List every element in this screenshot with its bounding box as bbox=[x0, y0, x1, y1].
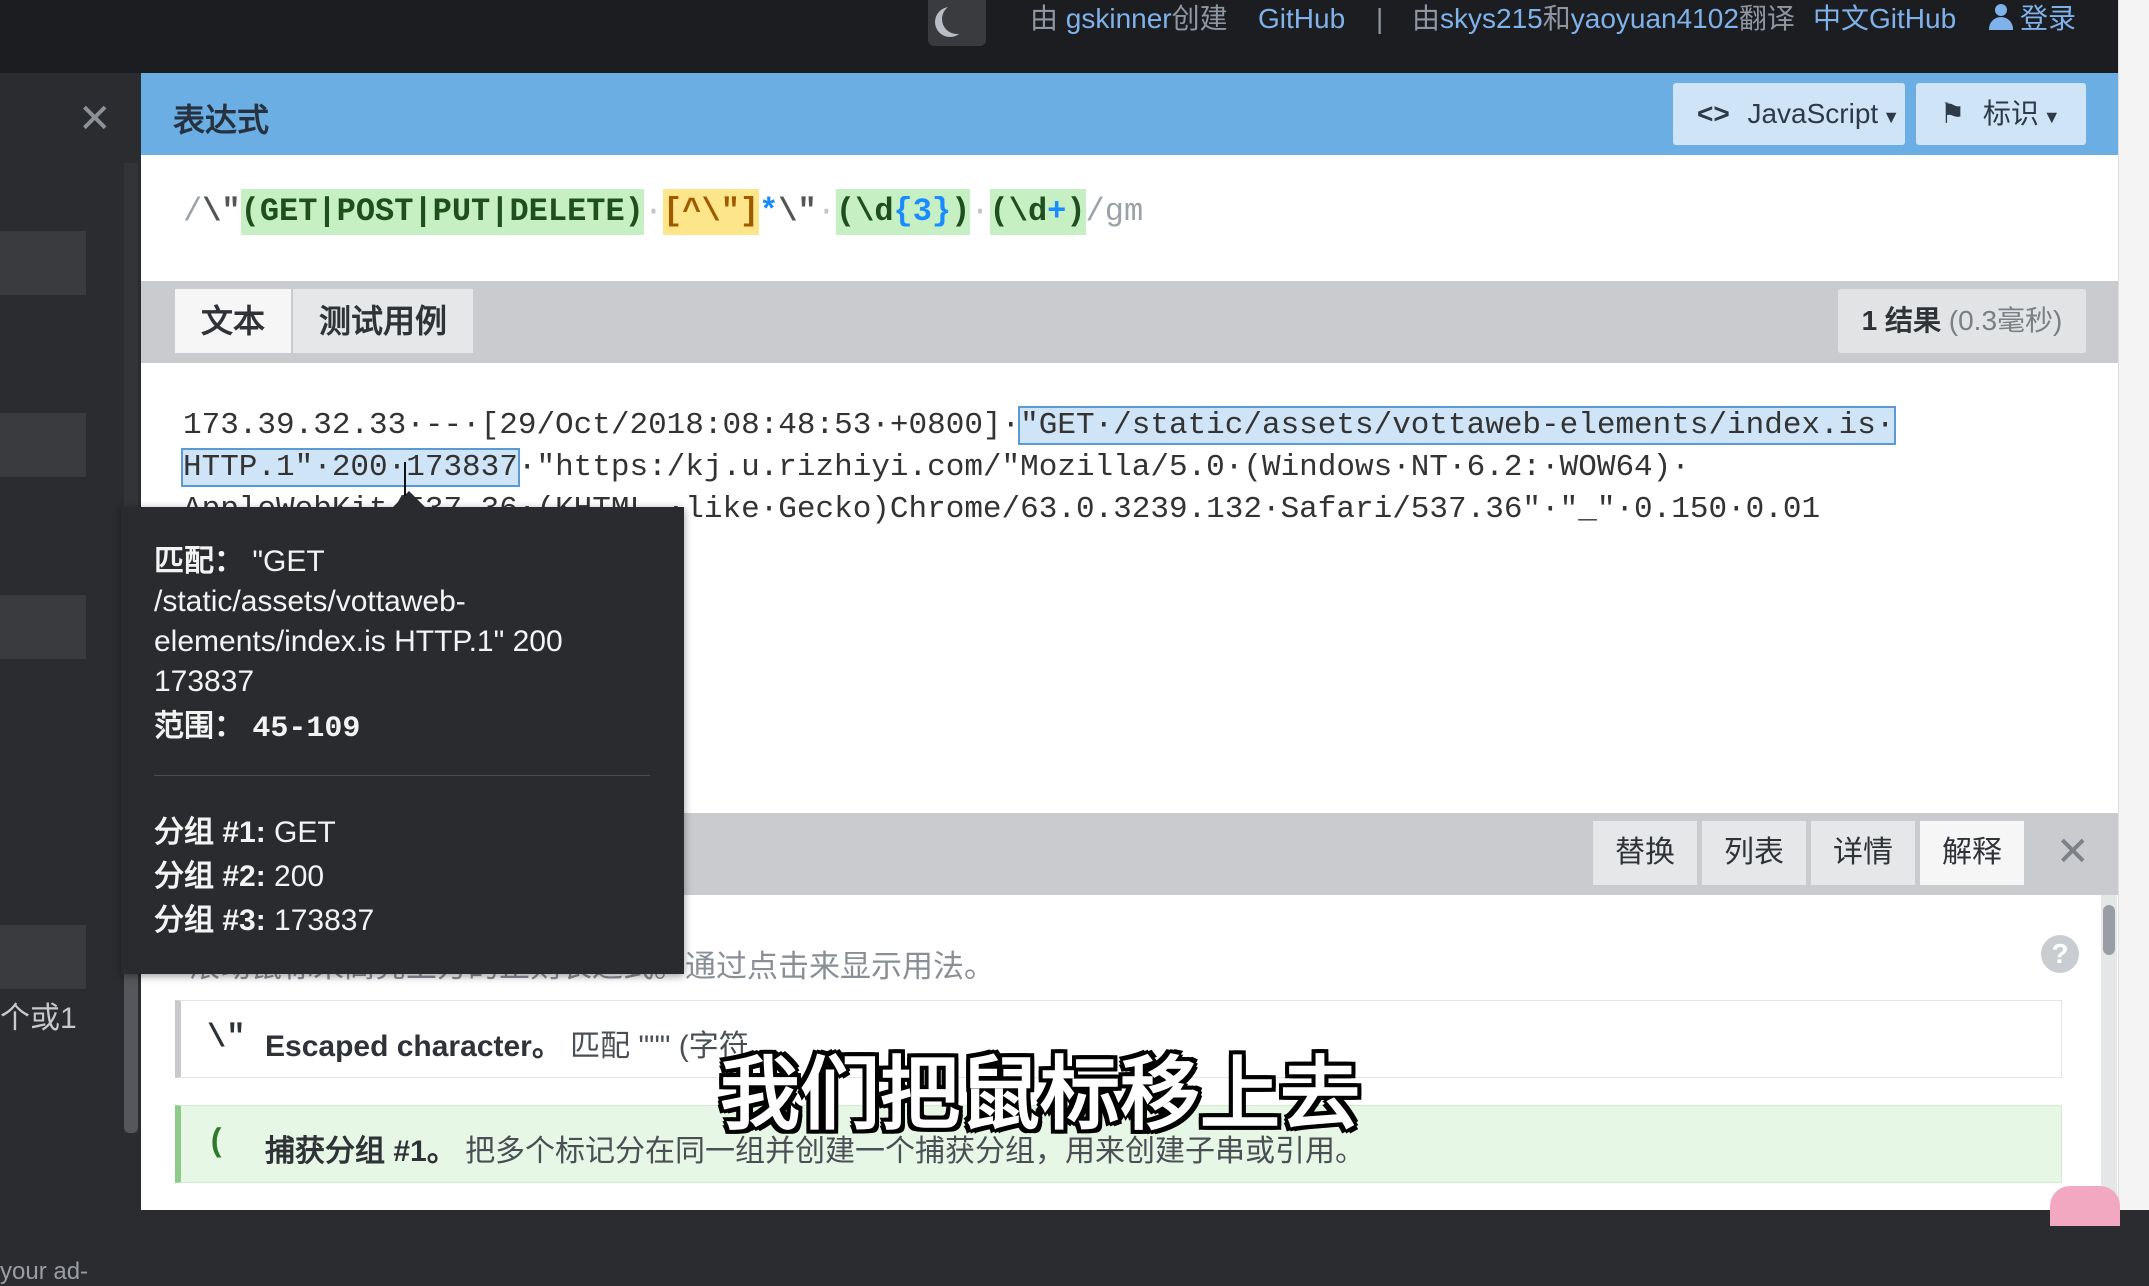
explain-token: \" bbox=[207, 1019, 246, 1056]
yaoyuan4102-link[interactable]: yaoyuan4102 bbox=[1571, 3, 1739, 34]
expr-open-slash: / bbox=[183, 193, 203, 230]
expr-escaped-quote[interactable]: \" bbox=[778, 189, 816, 235]
credit-author: 由 gskinner创建 bbox=[1030, 3, 1228, 34]
expr-space[interactable]: · bbox=[644, 189, 663, 235]
video-subtitle: 我们把鼠标移上去 bbox=[720, 1050, 1360, 1139]
result-count-badge: 1 结果 (0.3毫秒) bbox=[1838, 289, 2086, 353]
user-icon bbox=[1988, 4, 2014, 30]
expr-space[interactable]: · bbox=[970, 189, 989, 235]
explain-scrollbar[interactable] bbox=[2101, 895, 2117, 1210]
text-tabs-bar: 文本 测试用例 1 结果 (0.3毫秒) bbox=[141, 281, 2118, 363]
match-highlight[interactable]: "GET·/static/assets/vottaweb-elements/in… bbox=[1018, 406, 1897, 445]
match-highlight[interactable]: HTTP.1"·200·173837 bbox=[181, 448, 520, 487]
expression-header: 表达式 <> JavaScript ▼ ⚑ 标识 ▼ bbox=[141, 73, 2118, 155]
explain-token: ( bbox=[207, 1124, 227, 1161]
code-icon: <> bbox=[1697, 98, 1730, 129]
replace-tab[interactable]: 替换 bbox=[1593, 821, 1697, 885]
expr-char-class[interactable]: [^\"] bbox=[663, 189, 760, 235]
text-cursor-icon bbox=[404, 462, 410, 496]
sidebar-item[interactable] bbox=[0, 925, 86, 989]
expr-group-3[interactable]: (\d+) bbox=[989, 189, 1086, 235]
expr-group-2[interactable]: (\d{3}) bbox=[835, 189, 971, 235]
explain-scroll-thumb[interactable] bbox=[2103, 905, 2115, 955]
credit-translators: 由skys215和yaoyuan4102翻译 bbox=[1412, 3, 1795, 34]
caret-down-icon: ▼ bbox=[2042, 107, 2061, 127]
caret-down-icon: ▼ bbox=[1882, 107, 1901, 127]
expr-group-1[interactable]: (GET|POST|PUT|DELETE) bbox=[240, 189, 644, 235]
sidebar-item[interactable] bbox=[0, 595, 86, 659]
login-link[interactable]: 登录 bbox=[1988, 0, 2076, 40]
help-icon[interactable]: ? bbox=[2041, 935, 2079, 973]
expr-space[interactable]: · bbox=[817, 189, 836, 235]
match-tooltip: 匹配： "GET /static/assets/vottaweb- elemen… bbox=[121, 491, 684, 974]
browser-edge-strip bbox=[2118, 0, 2149, 1210]
expr-quantifier-star[interactable]: * bbox=[759, 189, 778, 235]
tooltip-match: 匹配： "GET /static/assets/vottaweb- elemen… bbox=[154, 545, 563, 698]
flags-dropdown[interactable]: ⚑ 标识 ▼ bbox=[1916, 83, 2086, 145]
tooltip-groups: 分组 #1: GET 分组 #2: 200 分组 #3: 173837 bbox=[154, 816, 375, 937]
text-line-1: 173.39.32.33·--·[29/Oct/2018:08:48:53·+0… bbox=[183, 406, 1897, 445]
left-sidebar: ✕ 个或1 your ad- bbox=[0, 73, 140, 1285]
sidebar-ad-text: your ad- bbox=[0, 1258, 89, 1285]
nav-separator: | bbox=[1376, 3, 1384, 34]
top-nav-bar: 由 gskinner创建 GitHub | 由skys215和yaoyuan41… bbox=[0, 0, 2149, 73]
github-link[interactable]: GitHub bbox=[1258, 0, 1345, 40]
explain-tab[interactable]: 解释 bbox=[1920, 821, 2024, 885]
skys215-link[interactable]: skys215 bbox=[1440, 3, 1543, 34]
moon-icon bbox=[942, 4, 972, 34]
sidebar-item[interactable] bbox=[0, 231, 86, 295]
tools-close-icon[interactable]: ✕ bbox=[2056, 827, 2090, 877]
theme-toggle-button[interactable] bbox=[928, 0, 986, 46]
details-tab[interactable]: 详情 bbox=[1811, 821, 1915, 885]
tab-tests[interactable]: 测试用例 bbox=[293, 289, 473, 353]
tooltip-range: 范围： 45-109 bbox=[154, 710, 361, 746]
expr-escaped-quote[interactable]: \" bbox=[202, 189, 240, 235]
floating-badge[interactable] bbox=[2050, 1186, 2120, 1226]
flavor-dropdown[interactable]: <> JavaScript ▼ bbox=[1673, 83, 1905, 145]
expr-flags[interactable]: /gm bbox=[1086, 189, 1144, 235]
list-tab[interactable]: 列表 bbox=[1702, 821, 1806, 885]
expression-input[interactable]: /\"(GET|POST|PUT|DELETE)·[^\"]*\"·(\d{3}… bbox=[183, 189, 1143, 235]
chinese-github-link[interactable]: 中文GitHub bbox=[1813, 0, 1956, 40]
sidebar-close-icon[interactable]: ✕ bbox=[78, 99, 112, 139]
tooltip-divider bbox=[154, 775, 650, 776]
flag-icon: ⚑ bbox=[1940, 98, 1966, 129]
gskinner-link[interactable]: gskinner bbox=[1066, 3, 1172, 34]
tab-text[interactable]: 文本 bbox=[175, 289, 291, 353]
expression-title: 表达式 bbox=[173, 102, 270, 138]
sidebar-item[interactable] bbox=[0, 413, 86, 477]
sidebar-text-fragment: 个或1 bbox=[0, 1002, 77, 1035]
